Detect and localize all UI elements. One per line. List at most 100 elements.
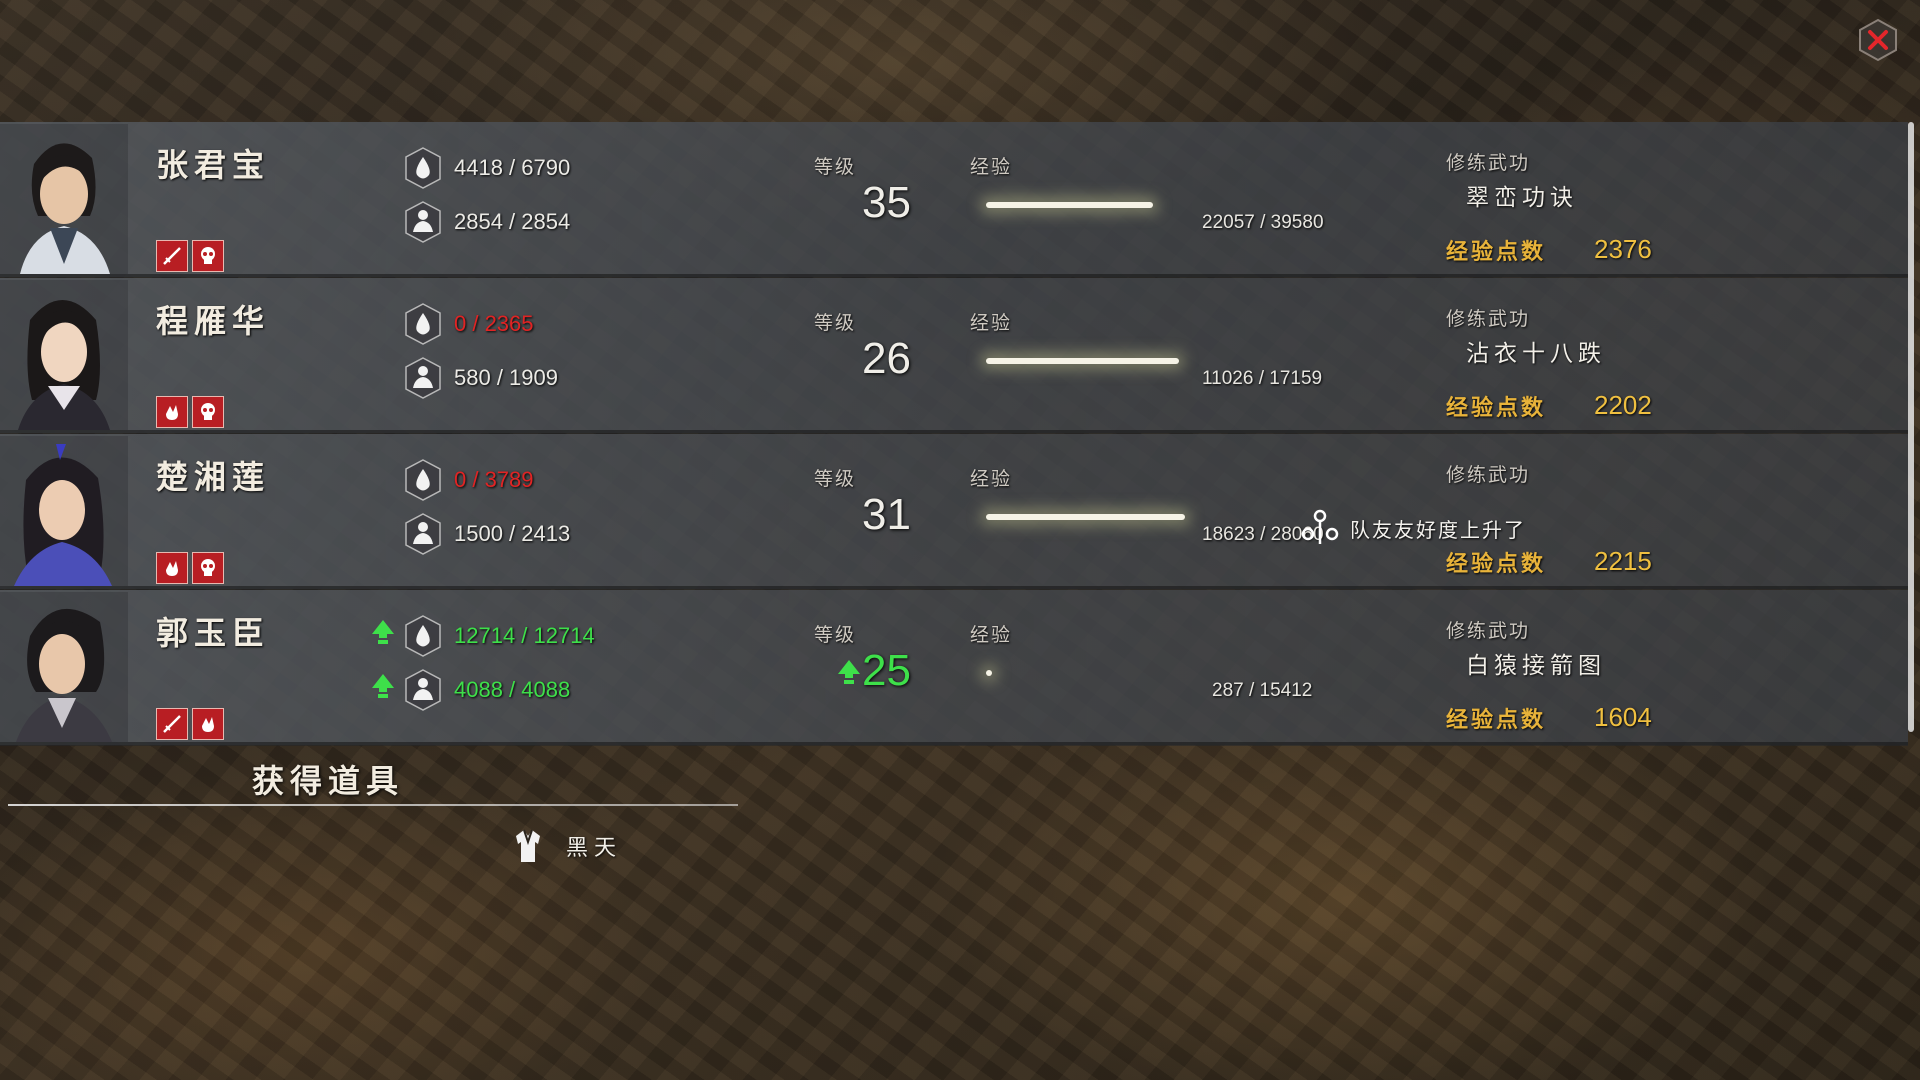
- mp-value: 2854 / 2854: [454, 209, 571, 234]
- hp-value: 0 / 3789: [454, 467, 534, 492]
- items-divider: [8, 804, 738, 806]
- character-row: 张君宝 4418 / 6790 2854 / 2854 等级 35 经验 220…: [0, 122, 1908, 277]
- mp-value: 4088 / 4088: [454, 677, 571, 702]
- exp-label: 经验: [970, 312, 1013, 334]
- hp-value: 12714 / 12714: [454, 623, 595, 648]
- exp-label: 经验: [970, 156, 1013, 178]
- character-row: 郭玉臣 12714 / 12714 4088 / 4088 等级 25 经验 2…: [0, 590, 1908, 745]
- fist-tag-icon: [166, 405, 178, 420]
- level-label: 等级: [814, 468, 857, 490]
- exp-value: 11026 / 17159: [1202, 368, 1323, 389]
- status-tag: [156, 396, 188, 428]
- skull-tag-icon: [201, 403, 215, 420]
- level-value: 25: [862, 646, 911, 695]
- status-tag: [192, 552, 224, 584]
- points-label: 经验点数: [1446, 551, 1547, 577]
- hp-value: 4418 / 6790: [454, 155, 571, 180]
- mp-person-icon: [402, 200, 444, 244]
- character-name: 郭玉臣: [156, 614, 271, 652]
- fist-tag-icon: [202, 717, 214, 732]
- skull-tag-icon: [201, 559, 215, 576]
- robe-item-icon: [508, 826, 548, 866]
- level-value: 35: [862, 178, 911, 227]
- exp-bar: [986, 358, 1179, 364]
- status-tag: [156, 708, 188, 740]
- sword-tag-icon: [163, 247, 181, 265]
- status-tags: [156, 552, 224, 584]
- level-label: 等级: [814, 624, 857, 646]
- hp-value: 0 / 2365: [454, 311, 534, 336]
- character-portrait: [0, 280, 128, 430]
- points-value: 2376: [1594, 234, 1652, 264]
- close-button[interactable]: [1856, 18, 1900, 62]
- exp-label: 经验: [970, 624, 1013, 646]
- character-name: 张君宝: [156, 146, 271, 184]
- close-icon: [1859, 18, 1897, 62]
- item-name: 黑天: [566, 836, 623, 861]
- status-tag: [192, 240, 224, 272]
- skill-name: 沾衣十八跌: [1466, 341, 1606, 367]
- level-value: 26: [862, 334, 911, 383]
- sword-tag-icon: [163, 715, 181, 733]
- exp-bar: [986, 514, 1185, 520]
- level-up-arrow-icon: [372, 674, 394, 702]
- mp-person-icon: [402, 668, 444, 712]
- character-name: 程雁华: [156, 302, 271, 340]
- mp-value: 1500 / 2413: [454, 521, 571, 546]
- points-value: 2202: [1594, 390, 1652, 420]
- skill-label: 修练武功: [1446, 464, 1531, 486]
- character-row: 楚湘莲 0 / 3789 1500 / 2413 等级 31 经验 18623 …: [0, 434, 1908, 589]
- points-label: 经验点数: [1446, 395, 1547, 421]
- mp-stat: 580 / 1909: [402, 356, 558, 400]
- battle-result-screen: 张君宝 4418 / 6790 2854 / 2854 等级 35 经验 220…: [0, 0, 1920, 1080]
- mp-person-icon: [402, 512, 444, 556]
- hp-drop-icon: [402, 302, 444, 346]
- exp-label: 经验: [970, 468, 1013, 490]
- character-portrait: [0, 436, 128, 586]
- points-value: 2215: [1594, 546, 1652, 576]
- status-tag: [156, 240, 188, 272]
- status-tag: [192, 396, 224, 428]
- hp-stat: 12714 / 12714: [402, 614, 595, 658]
- level-up-arrow-icon: [838, 660, 860, 688]
- status-tags: [156, 240, 224, 272]
- item-entry[interactable]: 黑天: [508, 826, 622, 866]
- character-row: 程雁华 0 / 2365 580 / 1909 等级 26 经验 11026 /…: [0, 278, 1908, 433]
- points-label: 经验点数: [1446, 707, 1547, 733]
- skill-label: 修练武功: [1446, 308, 1531, 330]
- exp-value: 287 / 15412: [1212, 680, 1313, 701]
- points-label: 经验点数: [1446, 239, 1547, 265]
- status-tag: [156, 552, 188, 584]
- mp-person-icon: [402, 356, 444, 400]
- panel-scrollbar[interactable]: [1908, 122, 1914, 732]
- skill-label: 修练武功: [1446, 152, 1531, 174]
- hp-stat: 4418 / 6790: [402, 146, 570, 190]
- mp-stat: 2854 / 2854: [402, 200, 570, 244]
- items-title: 获得道具: [252, 762, 405, 800]
- points-value: 1604: [1594, 702, 1652, 732]
- hp-drop-icon: [402, 458, 444, 502]
- hp-stat: 0 / 2365: [402, 302, 534, 346]
- status-tags: [156, 396, 224, 428]
- hp-drop-icon: [402, 146, 444, 190]
- character-name: 楚湘莲: [156, 458, 271, 496]
- friendship-notice: 队友友好度上升了: [1296, 508, 1526, 548]
- status-tags: [156, 708, 224, 740]
- friendship-notice-text: 队友友好度上升了: [1350, 517, 1526, 542]
- skill-label: 修练武功: [1446, 620, 1531, 642]
- character-portrait: [0, 592, 128, 742]
- friendship-icon: [1296, 508, 1344, 548]
- skill-name: 白猿接箭图: [1466, 653, 1606, 679]
- character-portrait: [0, 124, 128, 274]
- fist-tag-icon: [166, 561, 178, 576]
- mp-value: 580 / 1909: [454, 365, 558, 390]
- exp-bar: [986, 670, 992, 676]
- skull-tag-icon: [201, 247, 215, 264]
- status-tag: [192, 708, 224, 740]
- hp-drop-icon: [402, 614, 444, 658]
- skill-name: 翠峦功诀: [1466, 185, 1578, 211]
- level-up-arrow-icon: [372, 620, 394, 648]
- mp-stat: 4088 / 4088: [402, 668, 570, 712]
- level-value: 31: [862, 490, 911, 539]
- mp-stat: 1500 / 2413: [402, 512, 570, 556]
